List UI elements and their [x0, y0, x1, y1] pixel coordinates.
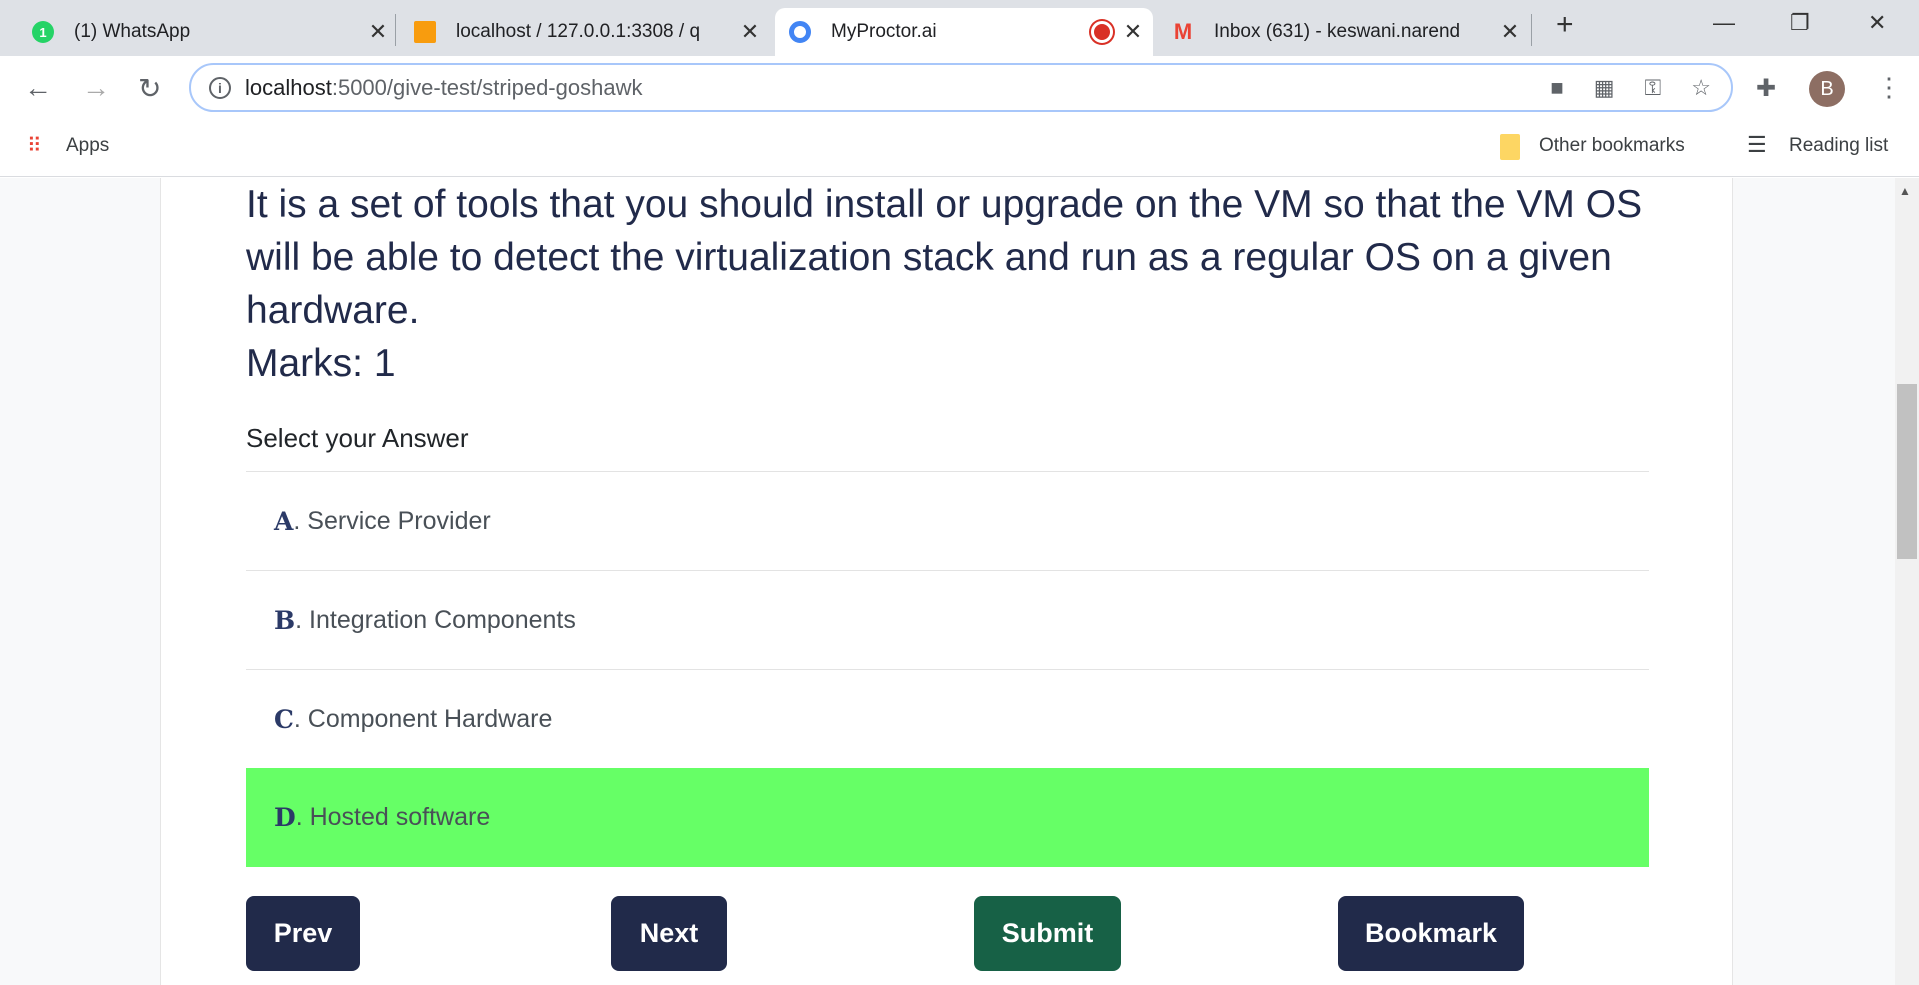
url-path: :5000/give-test/striped-goshawk: [331, 74, 643, 100]
apps-icon[interactable]: ⠿: [27, 133, 42, 158]
option-b[interactable]: B. Integration Components: [246, 570, 1649, 669]
new-tab-button[interactable]: +: [1556, 8, 1574, 42]
tab-myproctor[interactable]: MyProctor.ai ✕: [775, 8, 1153, 56]
prev-button[interactable]: Prev: [246, 896, 360, 971]
reading-list-icon[interactable]: ☰: [1747, 132, 1767, 158]
recording-icon: [1091, 21, 1113, 43]
question-marks: Marks: 1: [246, 342, 396, 385]
bookmark-other[interactable]: Other bookmarks: [1539, 135, 1685, 157]
scroll-up-icon[interactable]: ▲: [1899, 184, 1911, 198]
page-content: It is a set of tools that you should ins…: [0, 178, 1895, 985]
tab-gmail[interactable]: M Inbox (631) - keswani.narend ✕: [1158, 8, 1530, 56]
camera-icon[interactable]: ■: [1550, 75, 1563, 101]
reload-button[interactable]: ↻: [138, 72, 161, 105]
bookmark-button[interactable]: Bookmark: [1338, 896, 1524, 971]
tab-phpmyadmin[interactable]: localhost / 127.0.0.1:3308 / q ✕: [400, 8, 770, 56]
submit-button[interactable]: Submit: [974, 896, 1121, 971]
browser-toolbar: ← → ↻ i localhost :5000/give-test/stripe…: [0, 56, 1919, 119]
key-icon[interactable]: ⚿: [1645, 75, 1662, 101]
info-icon[interactable]: i: [209, 76, 231, 99]
option-a[interactable]: A. Service Provider: [246, 471, 1649, 570]
menu-icon[interactable]: ⋮: [1876, 72, 1902, 103]
question: It is a set of tools that you should ins…: [246, 178, 1666, 390]
qr-code-icon[interactable]: ▦: [1594, 75, 1615, 101]
close-tab-icon[interactable]: ✕: [364, 19, 392, 45]
gmail-icon: M: [1173, 19, 1193, 44]
next-button[interactable]: Next: [611, 896, 727, 971]
tab-title: (1) WhatsApp: [74, 21, 191, 42]
close-tab-icon[interactable]: ✕: [736, 19, 764, 45]
forward-button[interactable]: →: [82, 72, 110, 104]
folder-icon: [1500, 134, 1520, 160]
tab-title: Inbox (631) - keswani.narend: [1214, 21, 1461, 42]
restore-button[interactable]: ❐: [1790, 10, 1810, 36]
chrome-icon: [789, 21, 811, 43]
back-button[interactable]: ←: [24, 72, 52, 104]
tab-whatsapp[interactable]: 1 (1) WhatsApp ✕: [18, 8, 398, 56]
bookmark-reading-list[interactable]: Reading list: [1789, 135, 1888, 157]
answer-options: A. Service Provider B. Integration Compo…: [246, 471, 1649, 867]
bookmarks-bar: ⠿ Apps Other bookmarks ☰ Reading list: [0, 119, 1919, 177]
scrollbar-thumb[interactable]: [1897, 384, 1917, 559]
close-tab-icon[interactable]: ✕: [1119, 19, 1147, 45]
question-card: It is a set of tools that you should ins…: [160, 178, 1733, 985]
url-host: localhost: [245, 74, 332, 100]
option-c[interactable]: C. Component Hardware: [246, 669, 1649, 768]
close-tab-icon[interactable]: ✕: [1496, 19, 1524, 45]
avatar[interactable]: B: [1809, 71, 1845, 107]
tab-bar: 1 (1) WhatsApp ✕ localhost / 127.0.0.1:3…: [0, 0, 1919, 56]
address-bar[interactable]: i localhost :5000/give-test/striped-gosh…: [189, 63, 1733, 112]
close-window-button[interactable]: ✕: [1868, 10, 1886, 36]
tab-title: localhost / 127.0.0.1:3308 / q: [456, 21, 701, 42]
whatsapp-icon: 1: [32, 21, 54, 43]
minimize-button[interactable]: —: [1713, 10, 1735, 36]
bookmark-apps[interactable]: Apps: [66, 135, 109, 157]
question-text: It is a set of tools that you should ins…: [246, 183, 1643, 332]
scrollbar[interactable]: [1895, 178, 1919, 985]
extensions-icon[interactable]: ✚: [1756, 74, 1776, 103]
tab-title: MyProctor.ai: [831, 21, 937, 42]
phpmyadmin-icon: [414, 21, 436, 43]
star-icon[interactable]: ☆: [1691, 75, 1711, 101]
answer-prompt: Select your Answer: [246, 423, 469, 453]
option-d-selected[interactable]: D. Hosted software: [246, 768, 1649, 867]
